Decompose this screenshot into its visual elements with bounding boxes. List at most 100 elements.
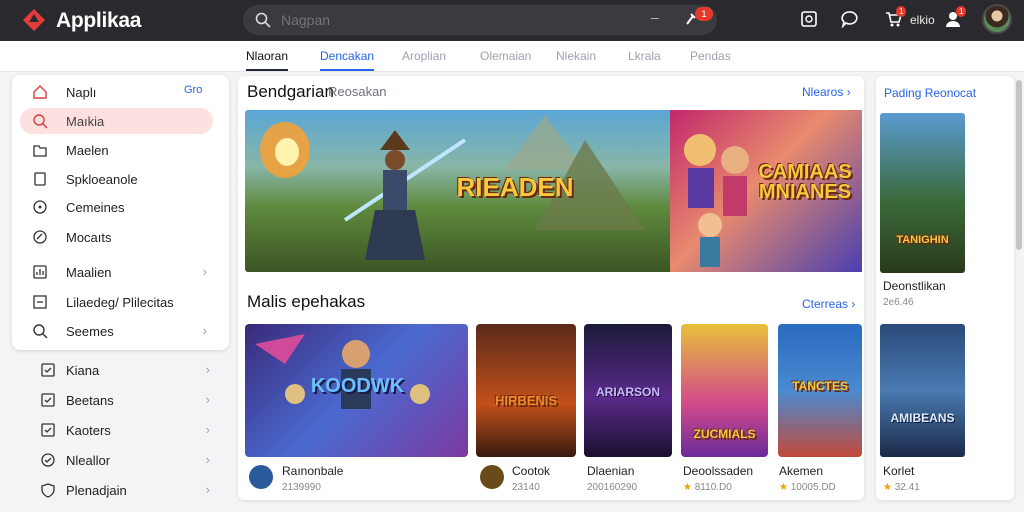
sidebar-item-chart[interactable]: Maalien › bbox=[20, 259, 213, 285]
sidebar-item-label: Maıkia bbox=[66, 114, 105, 129]
sidebar-item-label: Plenadjain bbox=[66, 483, 127, 498]
banner-secondary-text: CAMIAAS MNIANES bbox=[758, 161, 852, 203]
search-icon bbox=[255, 12, 271, 28]
tab-4[interactable]: Nlekain bbox=[556, 49, 596, 63]
app-logo-icon[interactable] bbox=[22, 8, 46, 32]
app-title[interactable]: Applikaa bbox=[56, 9, 141, 33]
game-art-text: HIRBENIS bbox=[494, 393, 558, 408]
circle-check-icon bbox=[41, 453, 55, 467]
sidebar-item-nleallor[interactable]: Nleallor › bbox=[28, 447, 216, 473]
popular-title: Malis epehakas bbox=[247, 292, 366, 311]
sidebar-item-label: Kaoters bbox=[66, 423, 111, 438]
chevron-right-icon: › bbox=[202, 323, 207, 338]
game-tile-2[interactable]: ARIARSON bbox=[584, 324, 672, 457]
compass-icon bbox=[33, 200, 47, 214]
tab-2[interactable]: Aroplian bbox=[402, 49, 446, 63]
game-tile-0[interactable]: KOODWK bbox=[245, 324, 468, 457]
check-box-icon bbox=[41, 393, 55, 407]
user-badge: 1 bbox=[956, 6, 967, 17]
game-title-2[interactable]: Dlaenian bbox=[587, 464, 634, 478]
featured-banner-main[interactable]: RIEADEN bbox=[245, 110, 670, 272]
right-item-title-1[interactable]: Korlet bbox=[883, 464, 914, 478]
screen-icon[interactable] bbox=[800, 10, 818, 28]
sidebar-item-beetans[interactable]: Beetans › bbox=[28, 387, 216, 413]
bookmark-icon bbox=[34, 172, 46, 186]
sidebar-item-kiana[interactable]: Kiana › bbox=[28, 357, 216, 383]
right-tile-1[interactable]: AMIBEANS bbox=[880, 324, 965, 457]
sidebar-card: Gro Naplı Maıkia Maelen Spkloeanole Ceme… bbox=[12, 75, 229, 350]
game-title-4[interactable]: Akemen bbox=[779, 464, 823, 478]
tab-5[interactable]: Lkrala bbox=[628, 49, 661, 63]
tab-1[interactable]: Dencakan bbox=[320, 49, 375, 71]
sidebar-item-kaoters[interactable]: Kaoters › bbox=[28, 417, 216, 443]
shield-icon bbox=[41, 483, 55, 498]
scrollbar[interactable] bbox=[1016, 80, 1022, 250]
sidebar-item-home[interactable]: Naplı bbox=[20, 79, 213, 105]
sidebar-item-label: Kiana bbox=[66, 363, 100, 378]
game-meta-2: 200160290 bbox=[587, 482, 638, 493]
sidebar-item-search-2[interactable]: Seemes › bbox=[20, 318, 213, 344]
chevron-right-icon: › bbox=[205, 452, 210, 467]
star-icon: ★ bbox=[883, 482, 892, 493]
folder-icon bbox=[33, 145, 47, 157]
game-art-text: AMIBEANS bbox=[890, 411, 955, 425]
sidebar-item-label: Nleallor bbox=[66, 453, 111, 468]
game-title-1[interactable]: Cootok bbox=[512, 464, 550, 478]
user-label[interactable]: elkio bbox=[910, 13, 935, 27]
game-art-text: ARIARSON bbox=[595, 385, 660, 399]
featured-see-more-link[interactable]: Nlearos › bbox=[802, 85, 851, 99]
sidebar-item-label: Spkloeanole bbox=[66, 172, 138, 187]
sidebar-item-label: Cemeines bbox=[66, 200, 125, 215]
list-icon bbox=[33, 295, 47, 309]
tab-bar: Nlaoran Dencakan Aroplian Olemaian Nleka… bbox=[0, 41, 1024, 72]
tab-6[interactable]: Pendas bbox=[690, 49, 731, 63]
sidebar-item-label: Lilaedeg/ Plilecitas bbox=[66, 295, 174, 310]
chart-icon bbox=[33, 265, 47, 279]
chat-icon[interactable] bbox=[840, 10, 858, 28]
sidebar-item-folder[interactable]: Maelen bbox=[20, 137, 213, 163]
sidebar-item-label: Seemes bbox=[66, 324, 114, 339]
game-tile-3[interactable]: ZUCMIALS bbox=[681, 324, 768, 457]
game-art-text: TANCTES bbox=[792, 379, 848, 393]
sidebar-item-label: Beetans bbox=[66, 393, 114, 408]
popular-see-more-link[interactable]: Cterreas › bbox=[802, 297, 855, 311]
star-icon: ★ bbox=[779, 482, 788, 493]
tab-0[interactable]: Nlaoran bbox=[246, 49, 289, 71]
chevron-right-icon: › bbox=[205, 482, 210, 497]
check-box-icon bbox=[41, 363, 55, 377]
sidebar-item-label: Maelen bbox=[66, 143, 109, 158]
sidebar-item-compass[interactable]: Cemeines bbox=[20, 194, 213, 220]
home-icon bbox=[33, 85, 47, 99]
game-title-0[interactable]: Raınonbale bbox=[282, 464, 343, 478]
featured-banner-secondary[interactable]: CAMIAAS MNIANES bbox=[670, 110, 862, 272]
featured-subtitle: Reosakan bbox=[328, 84, 387, 99]
sidebar-item-bookmark[interactable]: Spkloeanole bbox=[20, 166, 213, 192]
sidebar-item-search[interactable]: Maıkia bbox=[20, 108, 213, 134]
search-icon bbox=[33, 114, 48, 129]
game-icon-0 bbox=[249, 465, 273, 489]
game-art-text: KOODWK bbox=[310, 375, 405, 397]
tab-3[interactable]: Olemaian bbox=[480, 49, 531, 63]
right-tile-0[interactable]: TANIGHIN bbox=[880, 113, 965, 273]
search-icon bbox=[33, 324, 48, 339]
avatar[interactable] bbox=[982, 4, 1012, 34]
sidebar-item-label: Naplı bbox=[66, 85, 97, 100]
game-meta-3: ★ 8110.D0 bbox=[683, 482, 732, 493]
game-title-3[interactable]: Deoolssaden bbox=[683, 464, 753, 478]
sidebar-item-list[interactable]: Lilaedeg/ Plilecitas bbox=[20, 289, 213, 315]
game-art-text: ZUCMIALS bbox=[693, 427, 756, 441]
right-item-title-0[interactable]: Deonstlikan bbox=[883, 279, 946, 293]
game-meta-1: 23140 bbox=[512, 482, 540, 493]
chevron-right-icon: › bbox=[205, 422, 210, 437]
game-meta-0: 2139990 bbox=[282, 482, 321, 493]
cart-badge: 1 bbox=[896, 6, 907, 17]
search-input[interactable] bbox=[281, 11, 581, 29]
sidebar-item-tag[interactable]: Mocaıts bbox=[20, 224, 213, 250]
search-bar[interactable]: – 1 bbox=[243, 5, 717, 35]
sidebar-item-plenadjain[interactable]: Plenadjain › bbox=[28, 477, 216, 503]
search-badge: 1 bbox=[695, 7, 713, 21]
dropdown-icon[interactable]: – bbox=[651, 9, 659, 25]
game-icon-1 bbox=[480, 465, 504, 489]
game-tile-4[interactable]: TANCTES bbox=[778, 324, 862, 457]
game-tile-1[interactable]: HIRBENIS bbox=[476, 324, 576, 457]
